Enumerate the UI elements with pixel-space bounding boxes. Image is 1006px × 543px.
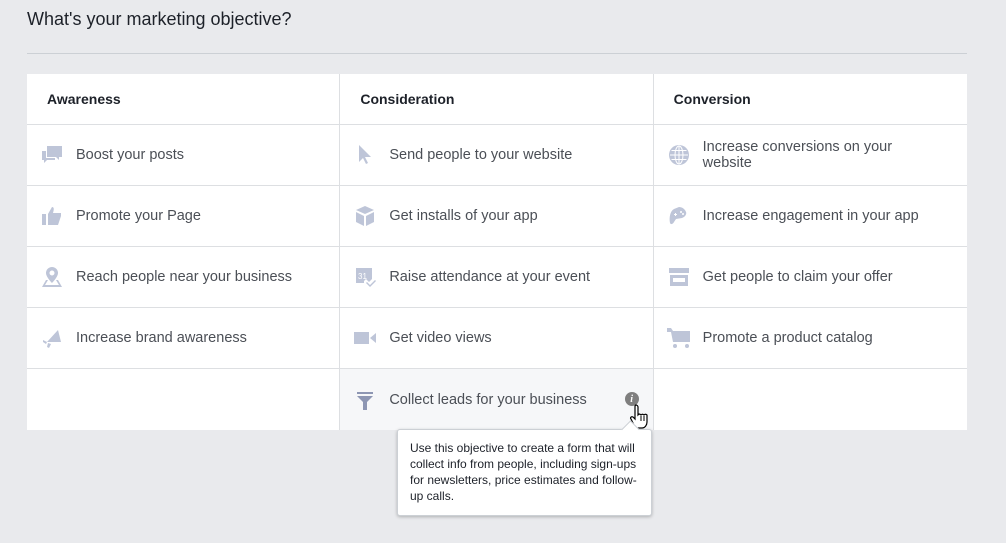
- column-heading: Awareness: [27, 74, 340, 125]
- column-consideration: Consideration Send people to your websit…: [340, 74, 654, 430]
- shopping-cart-icon: [666, 326, 691, 350]
- objective-brand-awareness[interactable]: Increase brand awareness: [27, 308, 340, 369]
- page-title: What's your marketing objective?: [27, 9, 292, 29]
- objective-website-conversions[interactable]: Increase conversions on your website: [653, 125, 967, 186]
- column-heading: Consideration: [340, 74, 653, 125]
- objective-promote-page[interactable]: Promote your Page: [27, 186, 340, 247]
- objective-label: Get people to claim your offer: [702, 269, 893, 285]
- column-heading: Conversion: [653, 74, 967, 125]
- chat-bubbles-icon: [40, 143, 64, 167]
- svg-text:31: 31: [358, 272, 367, 281]
- column-awareness: Awareness Boost your posts Promote your …: [27, 74, 341, 430]
- objective-collect-leads[interactable]: Collect leads for your business i: [340, 369, 653, 430]
- objective-app-engagement[interactable]: Increase engagement in your app: [653, 186, 967, 247]
- objective-app-installs[interactable]: Get installs of your app: [340, 186, 653, 247]
- location-pin-icon: [40, 265, 64, 289]
- objective-label: Increase conversions on your website: [702, 139, 893, 171]
- objective-label: Get video views: [389, 330, 492, 346]
- objective-label: Promote your Page: [76, 208, 201, 224]
- empty-cell: [654, 369, 967, 430]
- cube-icon: [353, 204, 377, 228]
- objective-label: Increase engagement in your app: [702, 208, 919, 224]
- objective-label: Increase brand awareness: [76, 330, 247, 346]
- objective-boost-posts[interactable]: Boost your posts: [27, 125, 340, 186]
- objective-video-views[interactable]: Get video views: [340, 308, 653, 369]
- funnel-icon: [353, 388, 377, 412]
- calendar-icon: 31: [353, 265, 377, 289]
- objective-event-attendance[interactable]: 31 Raise attendance at your event: [340, 247, 653, 308]
- storefront-icon: [667, 265, 691, 289]
- objective-send-to-website[interactable]: Send people to your website: [340, 125, 653, 186]
- objective-label: Collect leads for your business: [389, 391, 587, 408]
- cursor-arrow-icon: [353, 143, 377, 167]
- objective-product-catalog[interactable]: Promote a product catalog: [653, 308, 967, 369]
- objective-claim-offer[interactable]: Get people to claim your offer: [653, 247, 967, 308]
- video-camera-icon: [353, 326, 377, 350]
- objective-grid: Awareness Boost your posts Promote your …: [27, 74, 967, 430]
- divider: [27, 53, 967, 54]
- objective-label: Get installs of your app: [389, 208, 538, 224]
- megaphone-icon: [40, 326, 64, 350]
- objective-label: Boost your posts: [76, 147, 184, 163]
- gamepad-icon: [667, 204, 691, 228]
- objective-label: Promote a product catalog: [702, 330, 873, 346]
- objective-label: Send people to your website: [389, 147, 573, 163]
- objective-reach-near-business[interactable]: Reach people near your business: [27, 247, 340, 308]
- empty-cell: [27, 369, 339, 430]
- globe-icon: [667, 143, 691, 167]
- objective-label: Reach people near your business: [76, 269, 293, 285]
- objective-label: Raise attendance at your event: [389, 269, 591, 285]
- info-tooltip: Use this objective to create a form that…: [397, 429, 652, 516]
- thumbs-up-icon: [40, 204, 64, 228]
- column-conversion: Conversion Increase conversions on your …: [653, 74, 967, 430]
